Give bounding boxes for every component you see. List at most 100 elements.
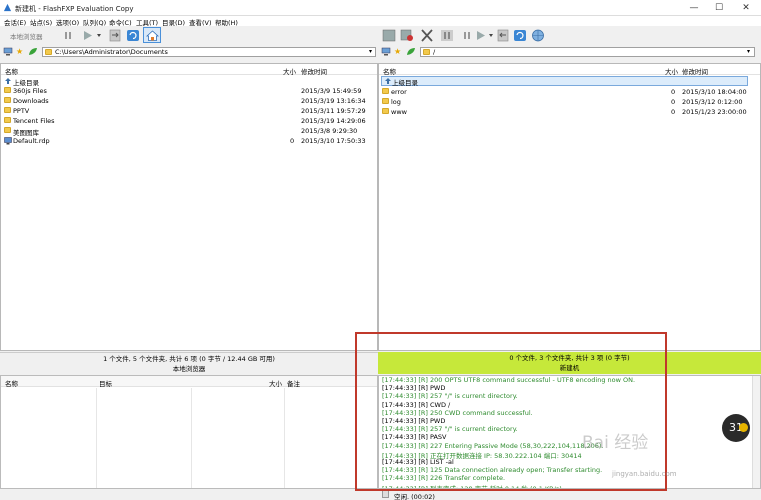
log-line: [17:44:33] [R] 250 CWD command successfu… [382,408,533,417]
floating-badge[interactable]: 31 [722,414,750,442]
row-name: log [391,98,401,106]
transfer-icon[interactable] [108,29,122,42]
chevron-down-icon[interactable]: ▾ [747,48,750,55]
star-icon[interactable]: ★ [394,47,401,56]
pause-icon[interactable] [440,29,454,42]
right-path-field[interactable]: / [420,47,755,57]
right-toolbar [378,26,761,44]
log-scrollbar[interactable] [752,376,760,488]
left-status-bar: 1 个文件, 5 个文件夹, 共计 6 项 (0 字节 / 12.44 GB 可… [0,352,378,374]
dot-icon [739,423,748,432]
refresh-icon[interactable] [513,29,527,42]
minimize-button[interactable]: — [683,0,705,16]
pause-icon[interactable] [63,29,73,42]
log-line: [17:44:33] [R] 226 Transfer complete. [382,474,506,483]
list-item[interactable]: log 0 2015/3/12 0:12:00 [379,97,760,107]
left-path-field[interactable]: C:\Users\Administrator\Documents [42,47,376,57]
right-status-bar: 0 个文件, 3 个文件夹, 共计 3 项 (0 字节) 新建机 [378,352,761,374]
local-browser-button[interactable]: 本地浏览器 [10,31,43,44]
disconnect-icon[interactable] [400,29,414,42]
log-line: [17:44:33] [R] 125 Data connection alrea… [382,466,603,475]
log-line: [17:44:33] [R] PWD [382,384,446,393]
list-item[interactable]: 360js Files 2015/3/9 15:49:59 [1,86,377,96]
log-line: [17:44:33] [R] CWD / [382,400,451,409]
transfer-icon[interactable] [496,29,510,42]
column-modified[interactable]: 修改时间 [682,66,708,76]
folder-icon [423,49,430,55]
column-modified[interactable]: 修改时间 [301,66,327,76]
list-item[interactable]: Default.rdp 0 2015/3/10 17:50:33 [1,136,377,146]
row-name: Downloads [13,97,49,105]
play-icon[interactable] [475,29,487,42]
up-folder-icon [385,78,391,84]
row-modified: 2015/3/8 9:29:30 [301,127,358,135]
row-name: 上级目录 [392,79,418,87]
left-file-list[interactable]: 名称 大小 修改时间 上级目录 360js Files 2015/3/9 15:… [0,63,378,351]
up-folder-icon [5,78,11,84]
leaf-icon[interactable] [28,47,38,56]
computer-icon[interactable] [3,47,13,56]
log-line: [17:44:33] [R] 257 "/" is current direct… [382,392,518,401]
column-size[interactable]: 大小 [269,378,282,388]
row-modified: 2015/3/10 18:04:00 [682,88,747,96]
play-icon[interactable] [82,29,94,42]
refresh-icon[interactable] [126,29,140,42]
list-item[interactable]: Downloads 2015/3/19 13:16:34 [1,96,377,106]
folder-icon [4,87,11,93]
close-window-button[interactable]: ✕ [735,0,757,16]
right-status-label: 新建机 [559,364,580,372]
status-icon [382,490,389,498]
row-size: 0 [290,137,295,145]
chevron-down-icon[interactable] [96,29,102,42]
log-line: [17:44:33] [R] 列表完成: 128 字节 耗时 0.14 秒 (0… [382,484,562,489]
parent-directory-row[interactable]: 上级目录 [1,76,377,87]
home-button[interactable] [143,27,161,43]
computer-icon[interactable] [381,47,391,56]
title-bar: 新建机 - FlashFXP Evaluation Copy — ☐ ✕ [0,0,761,16]
left-status-label: 本地浏览器 [172,365,206,373]
leaf-icon[interactable] [406,47,416,56]
column-size[interactable]: 大小 [665,66,678,76]
column-size[interactable]: 大小 [283,66,296,76]
row-size: 0 [671,88,676,96]
log-line: [17:44:33] [R] PASV [382,433,447,442]
list-item[interactable]: Tencent Files 2015/3/19 14:29:06 [1,116,377,126]
chevron-down-icon[interactable]: ▾ [369,48,372,55]
column-name[interactable]: 名称 [383,66,396,76]
folder-icon [382,108,389,114]
maximize-button[interactable]: ☐ [708,0,730,16]
row-modified: 2015/3/10 17:50:33 [301,137,366,145]
row-name: error [391,88,407,96]
list-item[interactable]: www 0 2015/1/23 23:00:00 [379,107,760,117]
connect-icon[interactable] [382,29,396,42]
list-item[interactable]: 美图图库 2015/3/8 9:29:30 [1,126,377,137]
session-log[interactable]: [17:44:33] [R] 200 OPTS UTF8 command suc… [378,375,761,489]
log-line: [17:44:33] [R] 200 OPTS UTF8 command suc… [382,376,636,384]
globe-icon[interactable] [531,29,545,42]
column-divider [191,388,192,488]
chevron-down-icon[interactable] [488,29,494,42]
status-text: 空闲. (00:02) [394,493,435,500]
parent-directory-row[interactable]: 上级目录 [381,76,748,87]
folder-icon [382,98,389,104]
column-name[interactable]: 名称 [5,378,18,388]
row-name: Default.rdp [13,137,50,145]
row-name: www [391,108,407,116]
row-size: 0 [671,108,676,116]
list-item[interactable]: error 0 2015/3/10 18:04:00 [379,87,760,97]
left-list-header: 名称 大小 修改时间 [1,64,377,76]
left-status-summary: 1 个文件, 5 个文件夹, 共计 6 项 (0 字节 / 12.44 GB 可… [103,355,275,363]
pause-icon[interactable] [462,29,472,42]
column-target[interactable]: 目标 [99,378,112,388]
column-note[interactable]: 备注 [287,378,300,388]
row-name: PPTV [13,107,30,115]
right-file-list[interactable]: 名称 大小 修改时间 上级目录 error 0 2015/3/10 18:04:… [378,63,761,351]
log-line: [17:44:33] [R] LIST -al [382,458,454,466]
column-name[interactable]: 名称 [5,66,18,76]
row-modified: 2015/3/11 19:57:29 [301,107,366,115]
transfer-queue[interactable]: 名称 目标 大小 备注 [0,375,378,489]
list-item[interactable]: PPTV 2015/3/11 19:57:29 [1,106,377,116]
star-icon[interactable]: ★ [16,47,23,56]
folder-icon [382,88,389,94]
abort-icon[interactable] [420,29,434,42]
